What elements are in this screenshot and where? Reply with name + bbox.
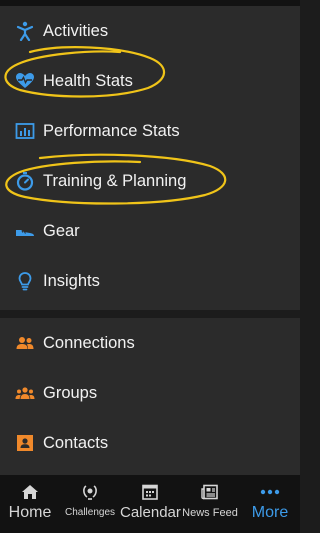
contact-card-icon	[15, 433, 35, 453]
menu-item-contacts[interactable]: Contacts	[0, 418, 300, 468]
menu-item-health-stats[interactable]: Health Stats	[0, 56, 300, 106]
house-icon	[19, 483, 41, 501]
tab-label: Home	[8, 504, 52, 521]
menu-item-training-planning[interactable]: Training & Planning	[0, 156, 300, 206]
calendar-icon	[139, 483, 161, 501]
lightbulb-icon	[15, 271, 35, 291]
more-dots-icon	[259, 483, 281, 501]
primary-menu-section: Activities Health Stats Performance Stat…	[0, 6, 300, 310]
tab-home[interactable]: Home	[0, 475, 60, 533]
menu-item-label: Training & Planning	[43, 171, 187, 190]
group-icon	[15, 383, 35, 403]
menu-item-insights[interactable]: Insights	[0, 256, 300, 306]
menu-item-label: Performance Stats	[43, 121, 180, 140]
people-icon	[15, 333, 35, 353]
tab-calendar[interactable]: Calendar	[120, 475, 181, 533]
stopwatch-icon	[15, 171, 35, 191]
menu-item-connections[interactable]: Connections	[0, 318, 300, 368]
menu-item-gear[interactable]: Gear	[0, 206, 300, 256]
person-running-icon	[15, 21, 35, 41]
tab-label: Challenges	[64, 507, 116, 518]
menu-item-label: Health Stats	[43, 71, 133, 90]
bar-chart-icon	[15, 121, 35, 141]
menu-item-label: Groups	[43, 383, 98, 402]
menu-item-activities[interactable]: Activities	[0, 6, 300, 56]
menu-item-label: Connections	[43, 333, 135, 352]
tab-news-feed[interactable]: News Feed	[180, 475, 240, 533]
newspaper-icon	[199, 483, 221, 501]
menu-item-label: Gear	[43, 221, 80, 240]
tab-label: Calendar	[120, 504, 181, 521]
tab-challenges[interactable]: Challenges	[60, 475, 120, 533]
tab-label: More	[251, 504, 289, 521]
social-menu-section: Connections Groups Contacts	[0, 318, 300, 475]
heart-pulse-icon	[15, 71, 35, 91]
bottom-tab-bar: Home Challenges Calendar News Feed More	[0, 475, 300, 533]
menu-item-performance-stats[interactable]: Performance Stats	[0, 106, 300, 156]
menu-item-groups[interactable]: Groups	[0, 368, 300, 418]
menu-item-label: Activities	[43, 21, 109, 40]
menu-item-label: Contacts	[43, 433, 109, 452]
menu-item-label: Insights	[43, 271, 100, 290]
shoe-icon	[15, 221, 35, 241]
tab-label: News Feed	[182, 507, 238, 519]
tab-more[interactable]: More	[240, 475, 300, 533]
laurel-icon	[79, 483, 101, 501]
